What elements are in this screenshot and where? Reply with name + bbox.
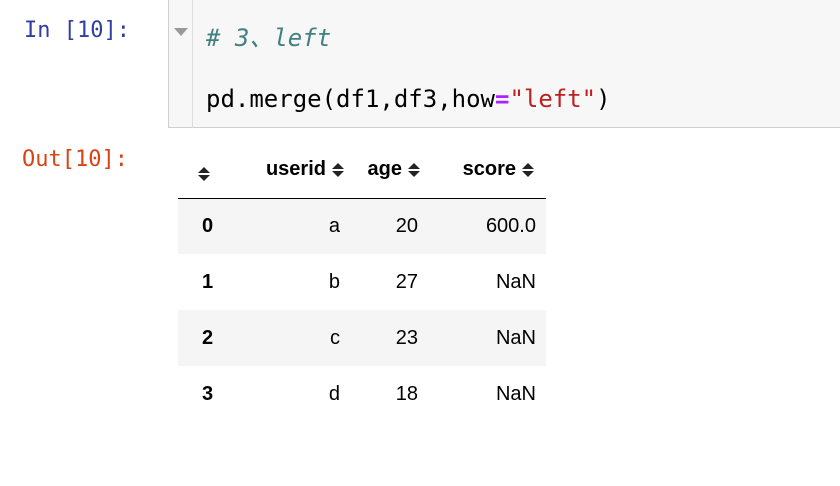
- output-prompt: Out[10]:: [22, 147, 128, 172]
- cell-userid: b: [328, 270, 340, 293]
- table-row: 3 d 18 NaN: [178, 366, 546, 422]
- cell-age: 27: [395, 270, 418, 293]
- table-row: 0 a 20 600.0: [178, 198, 546, 254]
- sort-arrows-icon[interactable]: [408, 161, 422, 179]
- cell-score: NaN: [495, 326, 536, 349]
- sort-arrows-icon[interactable]: [198, 165, 212, 183]
- sort-arrows-icon[interactable]: [332, 161, 346, 179]
- cell-age: 18: [395, 382, 418, 405]
- table-row: 1 b 27 NaN: [178, 254, 546, 310]
- header-userid[interactable]: userid: [236, 142, 356, 199]
- code-comment: # 3、left: [206, 24, 332, 52]
- cell-score: 600.0: [485, 214, 536, 237]
- code-string: "left": [509, 85, 597, 113]
- row-index: 2: [202, 326, 214, 349]
- header-index[interactable]: [178, 142, 236, 199]
- header-label-userid: userid: [265, 158, 326, 181]
- cell-userid: a: [328, 214, 340, 237]
- code-input-area[interactable]: # 3、left pd.merge(df1,df3,how="left"): [168, 0, 840, 128]
- cell-userid: c: [330, 326, 340, 349]
- code-gutter: [169, 0, 193, 128]
- row-index: 1: [202, 270, 214, 293]
- code-equals: =: [494, 85, 510, 113]
- cell-age: 20: [395, 214, 418, 237]
- code-call-suffix: ): [596, 85, 611, 113]
- sort-arrows-icon[interactable]: [522, 161, 536, 179]
- cell-score: NaN: [495, 270, 536, 293]
- cell-score: NaN: [495, 382, 536, 405]
- table-header-row: userid age score: [178, 142, 546, 199]
- header-label-score: score: [462, 158, 516, 181]
- row-index: 0: [202, 214, 214, 237]
- dataframe-table: userid age score 0 a 20 600.0 1 b 27 NaN…: [178, 142, 546, 422]
- code-call-prefix: pd.merge(df1,df3,how: [206, 85, 495, 113]
- header-label-age: age: [367, 158, 402, 181]
- row-index: 3: [202, 382, 214, 405]
- header-score[interactable]: score: [432, 142, 546, 199]
- input-prompt: In [10]:: [24, 18, 130, 43]
- cell-age: 23: [395, 326, 418, 349]
- fold-triangle-icon[interactable]: [174, 28, 188, 36]
- header-age[interactable]: age: [356, 142, 432, 199]
- cell-userid: d: [328, 382, 340, 405]
- code-line-comment: # 3、left: [206, 18, 331, 53]
- code-line-merge: pd.merge(df1,df3,how="left"): [206, 85, 611, 113]
- table-row: 2 c 23 NaN: [178, 310, 546, 366]
